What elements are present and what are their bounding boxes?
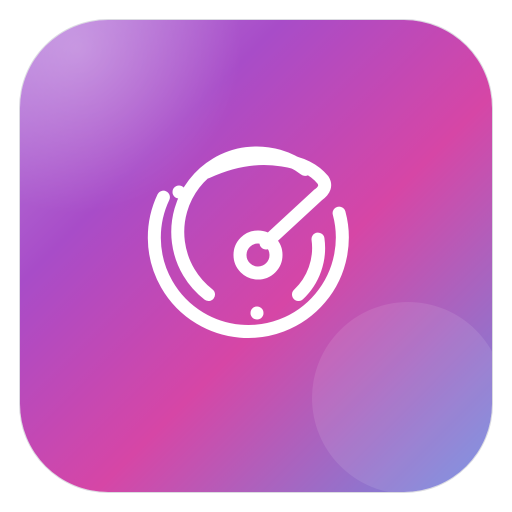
radar-dot-bottom	[250, 306, 264, 320]
app-icon-tile[interactable]	[20, 20, 492, 492]
icon-canvas	[0, 0, 512, 512]
app-icon-artwork	[20, 20, 492, 492]
